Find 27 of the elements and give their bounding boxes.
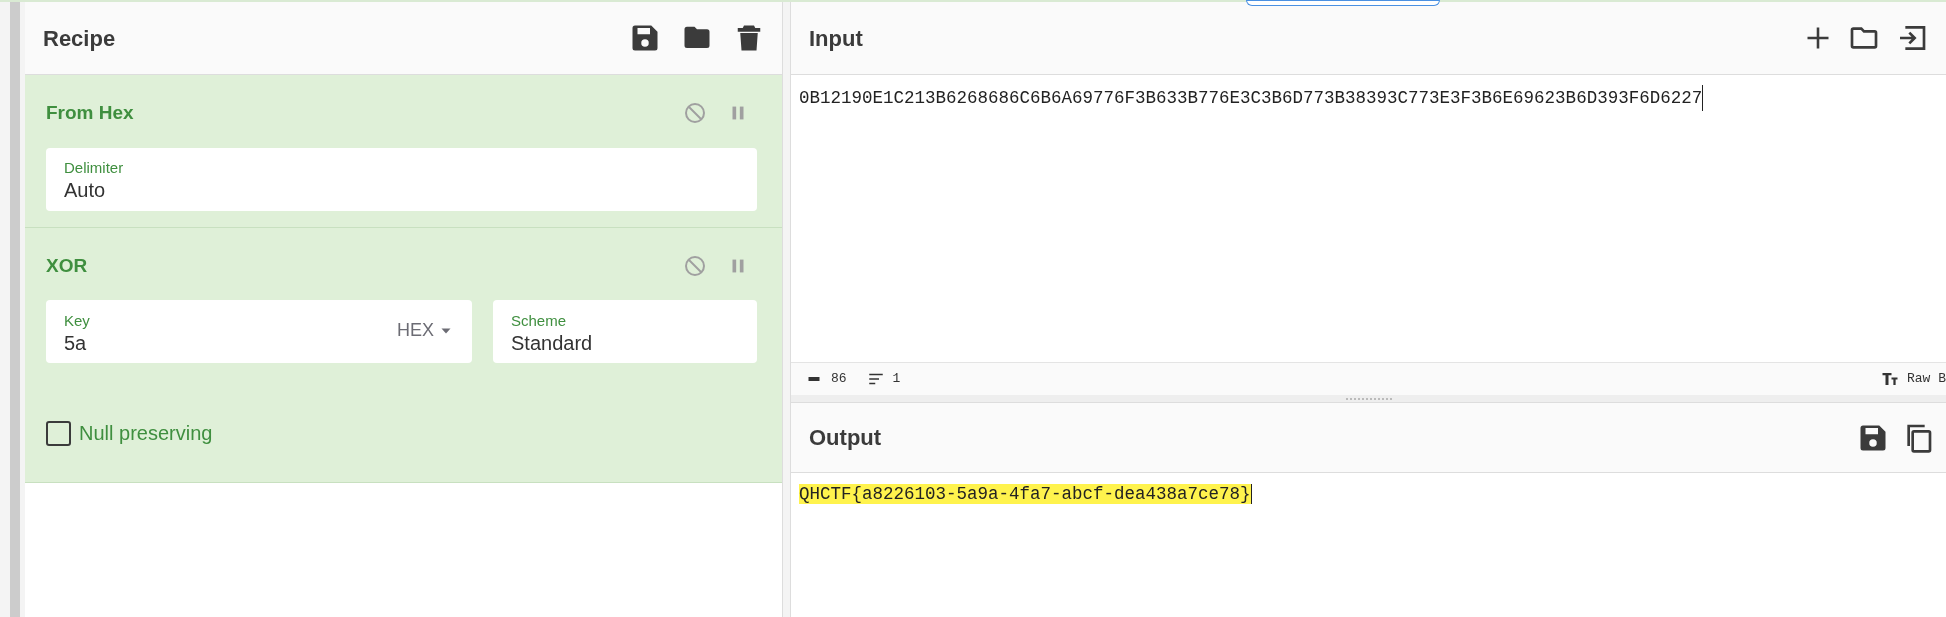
panel-title: Output (809, 424, 882, 452)
checkbox-label: Null preserving (79, 421, 213, 446)
checkbox[interactable] (46, 420, 71, 446)
input-field[interactable]: Delimiter Auto (46, 147, 757, 211)
operation-title: From Hex (46, 101, 134, 125)
line-count: 1 (892, 370, 901, 389)
operation-title: XOR (46, 253, 88, 278)
input-field[interactable]: Scheme Standard (493, 300, 757, 363)
scrollbar[interactable] (10, 2, 20, 617)
encoding-mode[interactable]: Raw B (1907, 369, 1946, 389)
field-value: Standard (511, 330, 593, 356)
field-label: Scheme (511, 311, 568, 330)
length-count: 86 (831, 370, 847, 389)
input-text[interactable]: 0B12190E1C213B6268686C6B6A69776F3B633B776E3C3B6D773B38393C773E3F3B6E69623B6D393F6D6227 (799, 85, 1704, 112)
field-value: Auto (64, 178, 107, 203)
input-field[interactable]: Key 5a HEX (46, 300, 472, 363)
panel-title: Input (809, 24, 863, 53)
tab-handle[interactable] (1246, 0, 1440, 6)
field-label: Delimiter (64, 159, 124, 177)
resize-handle[interactable] (1345, 397, 1392, 400)
field-label: Key (64, 311, 90, 330)
text-size-icon[interactable] (1881, 370, 1899, 388)
save-icon[interactable] (630, 23, 660, 53)
field-value: 5a (64, 330, 88, 356)
output-text: QHCTF{a8226103-5a9a-4fa7-abcf-dea438a7ce78} (799, 484, 1252, 504)
dropdown-toggle[interactable]: HEX (397, 317, 454, 350)
panel-title: Recipe (43, 24, 116, 53)
